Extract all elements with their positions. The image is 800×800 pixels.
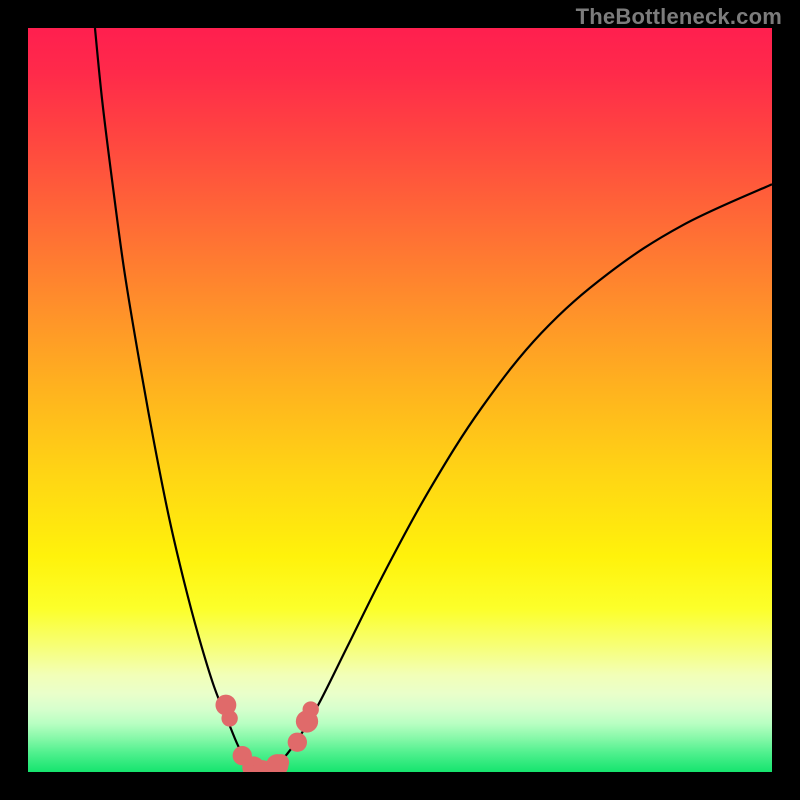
data-marker bbox=[288, 733, 307, 752]
right-curve bbox=[262, 184, 772, 772]
chart-frame: TheBottleneck.com bbox=[0, 0, 800, 800]
data-marker bbox=[303, 701, 319, 717]
left-curve bbox=[95, 28, 262, 772]
data-marker bbox=[273, 754, 289, 770]
curve-layer bbox=[28, 28, 772, 772]
marker-group bbox=[215, 695, 318, 772]
watermark-text: TheBottleneck.com bbox=[576, 4, 782, 30]
data-marker bbox=[221, 710, 237, 726]
plot-area bbox=[28, 28, 772, 772]
